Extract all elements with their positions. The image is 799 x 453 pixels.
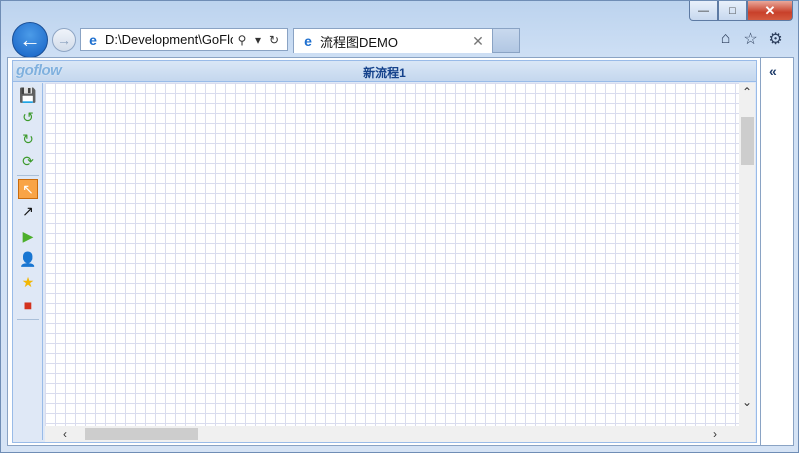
star-node-button[interactable]: ★ xyxy=(18,272,38,292)
window-controls: — □ ✕ xyxy=(689,1,793,21)
arrow-line-icon: ↗ xyxy=(22,202,34,219)
tab-title: 流程图DEMO xyxy=(320,34,399,50)
scrollbar-corner xyxy=(739,426,755,442)
address-bar[interactable]: e D:\Development\GoFlow ⚲ ▾ ↻ xyxy=(80,28,288,51)
save-button[interactable]: 💾 xyxy=(18,85,38,105)
refresh-icon: ⟳ xyxy=(22,152,34,169)
forward-arrow-icon: → xyxy=(57,32,71,48)
scroll-right-icon[interactable]: › xyxy=(713,426,717,442)
browser-tools: ⌂ ☆ ⚙ xyxy=(717,30,784,48)
flow-canvas[interactable] xyxy=(45,83,739,426)
toolbar-divider xyxy=(17,175,39,176)
select-tool-button[interactable]: ↖ xyxy=(18,179,38,199)
flow-title: 新流程1 xyxy=(363,66,406,80)
address-dropdown-icon[interactable]: ▾ xyxy=(251,33,265,47)
forward-button[interactable]: → xyxy=(52,28,76,52)
play-icon: ▶ xyxy=(22,227,34,244)
user-icon: 👤 xyxy=(19,250,37,267)
stop-icon: ■ xyxy=(23,297,33,313)
address-url[interactable]: D:\Development\GoFlow xyxy=(105,32,233,47)
save-icon: 💾 xyxy=(19,86,37,103)
search-icon[interactable]: ⚲ xyxy=(235,33,249,47)
settings-gear-icon[interactable]: ⚙ xyxy=(767,30,784,48)
user-task-button[interactable]: 👤 xyxy=(18,249,38,269)
tab-active[interactable]: e 流程图DEMO ✕ xyxy=(293,28,493,53)
flow-toolbar: 💾 ↺ ↻ ⟳ ↖ ↗ ▶ 👤 ★ ■ xyxy=(15,83,43,440)
tab-close-icon[interactable]: ✕ xyxy=(470,33,486,50)
back-arrow-icon: ← xyxy=(19,27,41,52)
browser-window: — □ ✕ ← → e D:\Development\GoFlow ⚲ ▾ ↻ … xyxy=(0,0,799,453)
favorites-icon[interactable]: ☆ xyxy=(742,30,759,48)
horizontal-scrollbar[interactable]: ‹ › xyxy=(45,426,739,442)
close-window-button[interactable]: ✕ xyxy=(747,1,793,21)
refresh-button[interactable]: ⟳ xyxy=(18,151,38,171)
toolbar-divider xyxy=(17,319,39,320)
minimize-button[interactable]: — xyxy=(689,1,718,21)
ie-tab-icon: e xyxy=(304,33,312,49)
scroll-down-icon[interactable]: ⌄ xyxy=(739,395,755,409)
start-node-button[interactable]: ▶ xyxy=(18,226,38,246)
undo-icon: ↺ xyxy=(22,108,34,125)
ie-page-icon: e xyxy=(89,31,97,48)
vertical-scrollbar[interactable]: ⌃ ⌄ xyxy=(739,83,755,426)
refresh-icon[interactable]: ↻ xyxy=(267,33,281,47)
redo-button[interactable]: ↻ xyxy=(18,129,38,149)
back-button[interactable]: ← xyxy=(12,22,48,58)
side-pane: « xyxy=(761,57,794,446)
horizontal-scroll-thumb[interactable] xyxy=(85,428,198,440)
cursor-icon: ↖ xyxy=(22,180,34,197)
star-icon: ★ xyxy=(21,273,35,290)
goflow-panel: goflow 新流程1 💾 ↺ ↻ ⟳ ↖ ↗ ▶ 👤 ★ ■ ⌃ ⌄ ‹ › xyxy=(12,60,757,443)
page-content: goflow 新流程1 💾 ↺ ↻ ⟳ ↖ ↗ ▶ 👤 ★ ■ ⌃ ⌄ ‹ › xyxy=(7,57,761,446)
line-tool-button[interactable]: ↗ xyxy=(18,201,38,221)
vertical-scroll-thumb[interactable] xyxy=(741,117,754,165)
scroll-up-icon[interactable]: ⌃ xyxy=(739,85,755,99)
undo-button[interactable]: ↺ xyxy=(18,107,38,127)
redo-icon: ↻ xyxy=(22,130,34,147)
collapse-pane-icon[interactable]: « xyxy=(769,63,777,79)
maximize-button[interactable]: □ xyxy=(718,1,747,21)
scroll-left-icon[interactable]: ‹ xyxy=(63,426,67,442)
home-icon[interactable]: ⌂ xyxy=(717,30,734,47)
end-node-button[interactable]: ■ xyxy=(18,295,38,315)
new-tab-button[interactable] xyxy=(493,28,520,53)
flow-header: goflow 新流程1 xyxy=(13,61,756,82)
